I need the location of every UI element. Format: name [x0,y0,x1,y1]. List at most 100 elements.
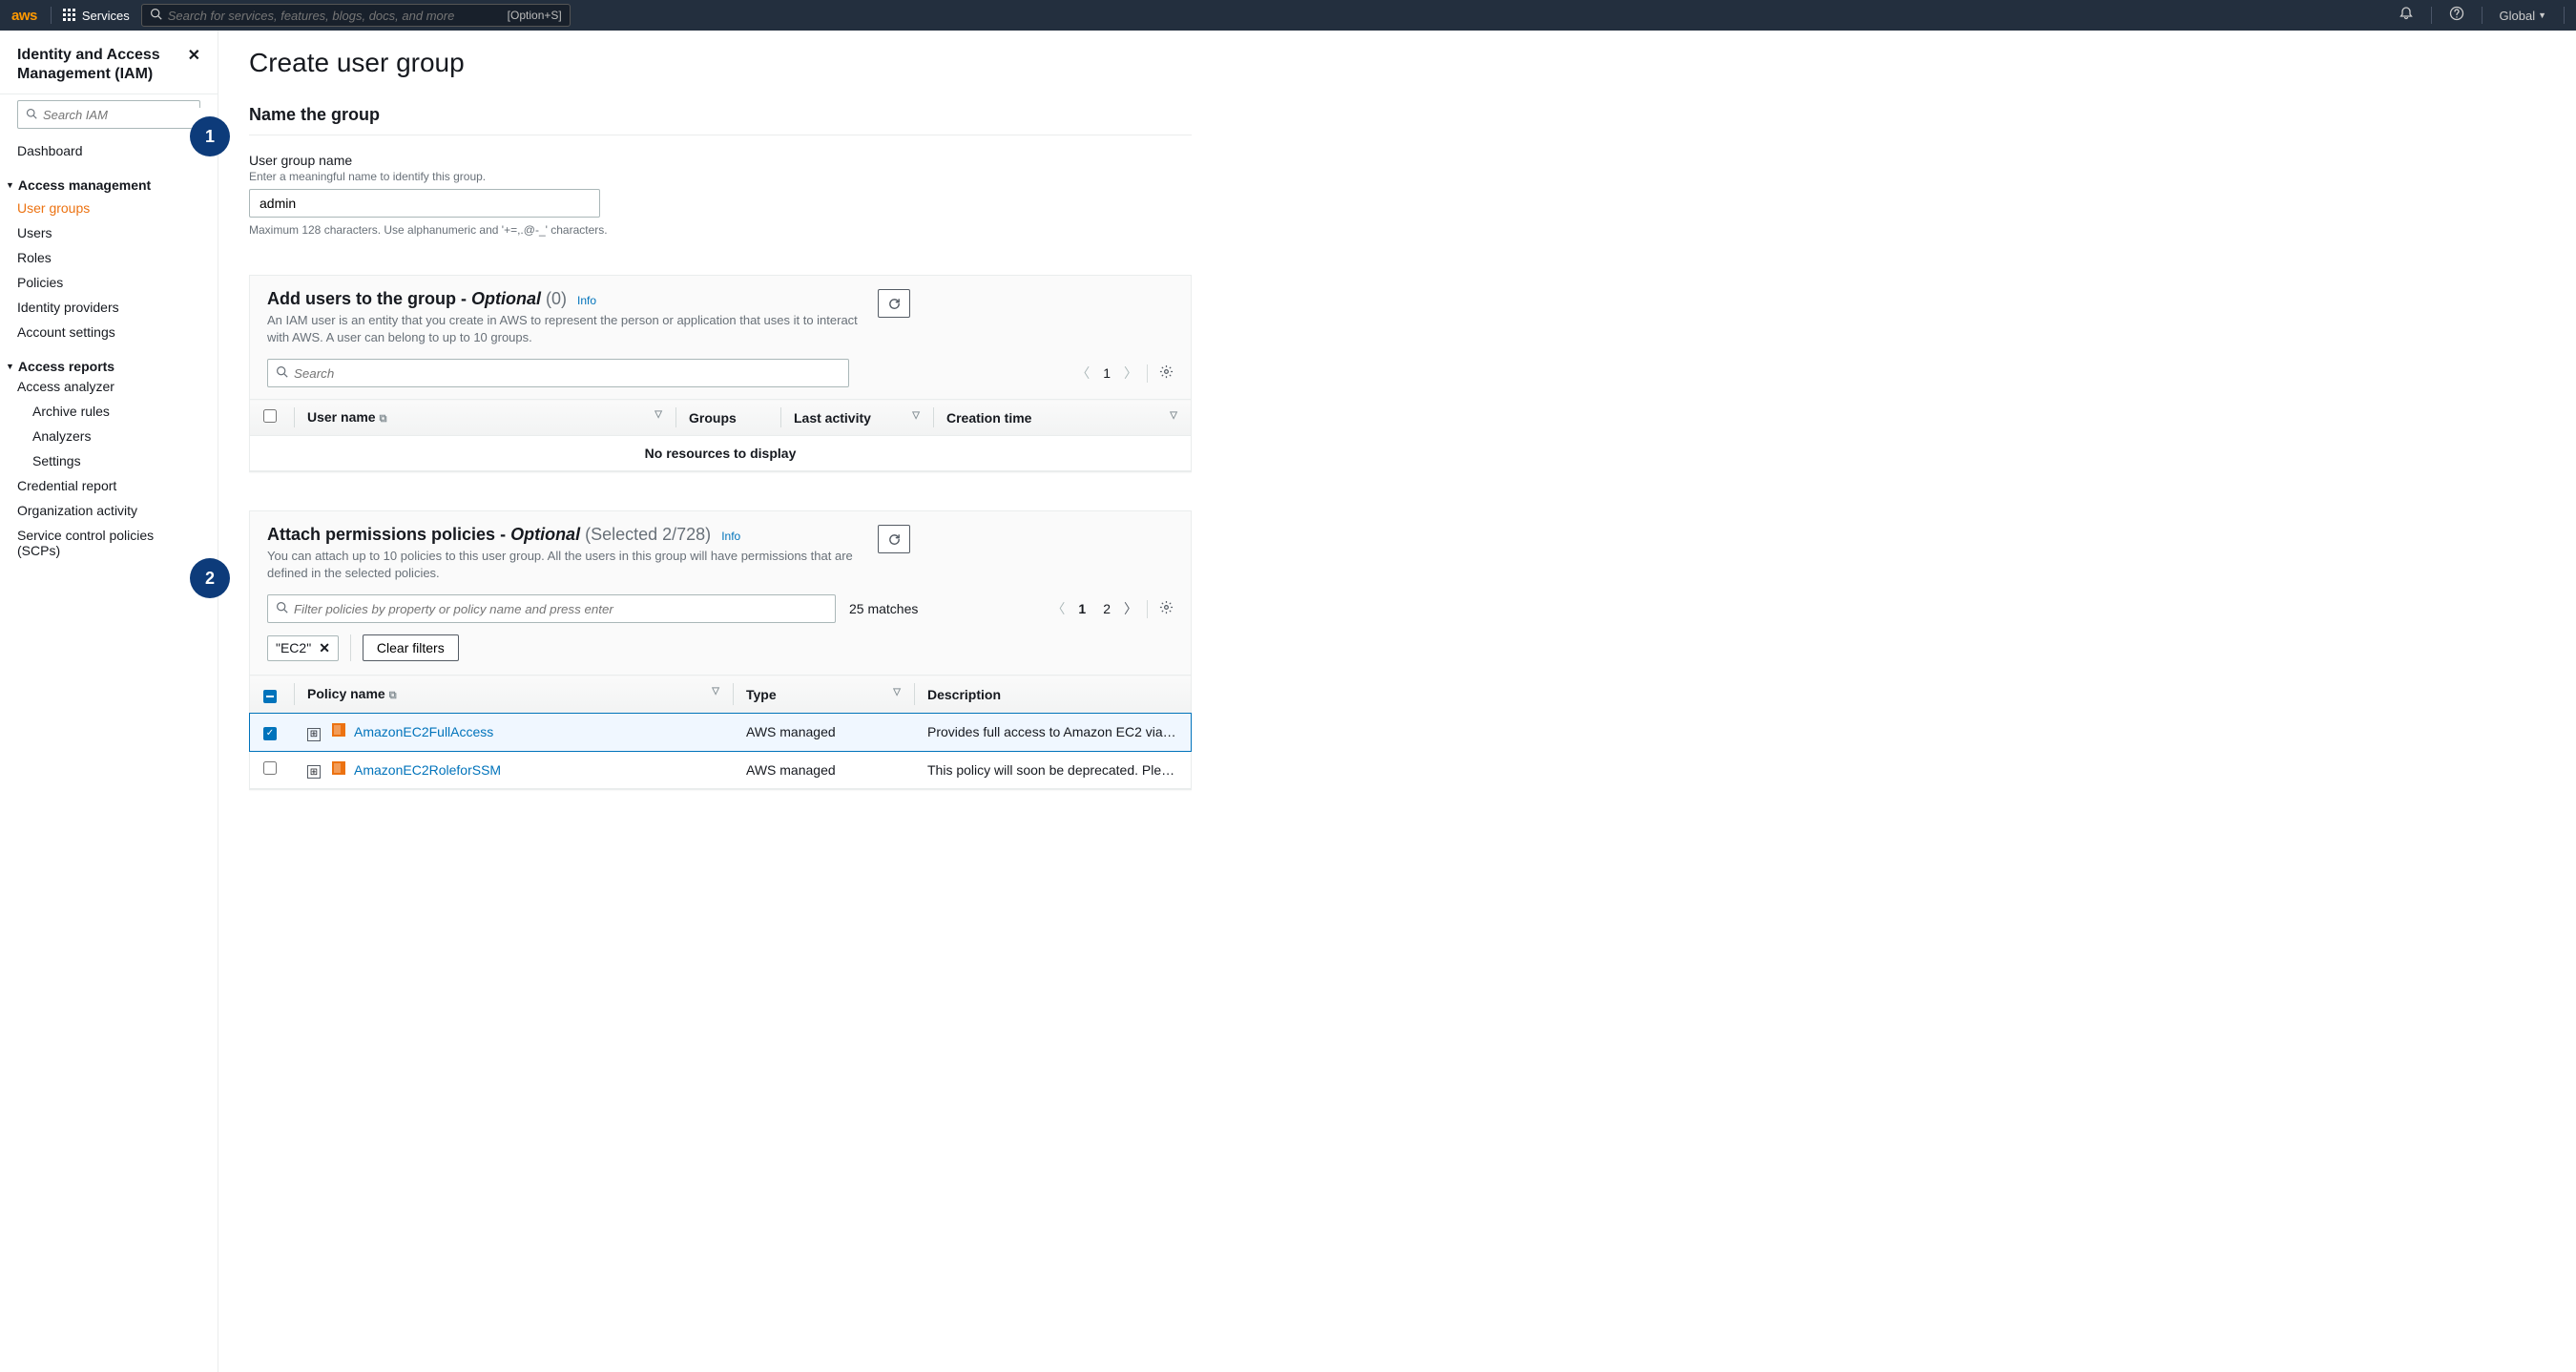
row-checkbox[interactable] [263,761,277,775]
services-menu[interactable]: Services [63,9,130,23]
prev-page-icon[interactable]: 〈 [1051,599,1065,618]
refresh-icon [887,532,902,547]
policy-name-link[interactable]: AmazonEC2RoleforSSM [354,762,501,778]
select-all-checkbox[interactable] [263,409,277,423]
policy-row[interactable]: ✓ ⊞ AmazonEC2FullAccess AWS managed Prov… [250,714,1191,752]
sidebar-item-scps[interactable]: Service control policies (SCPs) [0,523,218,563]
policy-row[interactable]: ⊞ AmazonEC2RoleforSSM AWS managed This p… [250,751,1191,789]
sort-icon[interactable]: ▽ [712,686,719,696]
external-link-icon: ⧉ [380,413,387,426]
group-name-hint: Enter a meaningful name to identify this… [249,170,1192,183]
sidebar-item-roles[interactable]: Roles [0,245,218,270]
col-policy-name: Policy name [307,686,385,701]
page-title: Create user group [249,48,1192,78]
page-number[interactable]: 1 [1099,364,1114,383]
expand-icon[interactable]: ⊞ [307,765,321,779]
next-page-icon[interactable]: 〉 [1124,364,1137,383]
sidebar-item-credential-report[interactable]: Credential report [0,473,218,498]
policies-search[interactable] [267,594,836,623]
chip-label: "EC2" [276,640,311,655]
sidebar-item-access-analyzer[interactable]: Access analyzer [0,377,218,399]
users-pager: 〈 1 〉 [1076,364,1174,383]
col-username: User name [307,409,376,425]
policy-type: AWS managed [733,751,914,789]
grid-icon [63,9,76,22]
sidebar-item-organization-activity[interactable]: Organization activity [0,498,218,523]
remove-chip-icon[interactable]: ✕ [319,640,330,656]
aws-logo-text: aws [11,8,37,24]
divider [51,7,52,24]
add-users-desc: An IAM user is an entity that you create… [267,312,878,345]
global-search[interactable]: [Option+S] [141,4,571,27]
global-search-input[interactable] [168,9,508,23]
sidebar-item-user-groups[interactable]: User groups [0,196,218,220]
sidebar-item-analyzer-settings[interactable]: Settings [0,448,218,473]
sidebar-item-dashboard[interactable]: Dashboard [0,138,218,163]
policy-icon [332,723,345,737]
add-users-panel: Add users to the group - Optional (0) In… [249,275,1192,472]
group-name-label: User group name [249,153,1192,168]
sort-icon[interactable]: ▽ [654,409,662,420]
sidebar-item-policies[interactable]: Policies [0,270,218,295]
next-page-icon[interactable]: 〉 [1124,599,1137,618]
group-name-constraint: Maximum 128 characters. Use alphanumeric… [249,223,1192,237]
region-selector[interactable]: Global ▼ [2500,9,2547,23]
select-all-checkbox[interactable] [263,690,277,703]
policies-panel: Attach permissions policies - Optional (… [249,510,1192,790]
step-badge-1: 1 [190,116,230,156]
sidebar-section-access-reports[interactable]: ▼ Access reports [0,354,218,377]
gear-icon[interactable] [1147,600,1174,618]
filter-chip[interactable]: "EC2" ✕ [267,635,339,661]
sort-icon[interactable]: ▽ [893,687,901,697]
name-section-title: Name the group [249,105,1192,125]
sidebar-section-access-management[interactable]: ▼ Access management [0,173,218,196]
refresh-button[interactable] [878,289,910,318]
col-type: Type [746,687,777,702]
sidebar-item-archive-rules[interactable]: Archive rules [0,399,218,424]
col-creation-time: Creation time [946,410,1031,426]
users-search[interactable] [267,359,849,387]
sort-icon[interactable]: ▽ [1170,410,1177,421]
group-name-input[interactable] [249,189,600,218]
sort-icon[interactable]: ▽ [912,410,920,421]
page-number[interactable]: 2 [1099,599,1114,618]
refresh-button[interactable] [878,525,910,553]
col-description: Description [927,687,1001,702]
policy-description: Provides full access to Amazon EC2 via t… [914,714,1191,752]
sidebar-search [17,100,200,129]
notifications-icon[interactable] [2399,6,2414,25]
aws-logo[interactable]: aws [11,8,37,24]
gear-icon[interactable] [1147,364,1174,383]
info-link[interactable]: Info [577,294,596,307]
row-checkbox[interactable]: ✓ [263,727,277,740]
search-icon [276,601,288,616]
matches-count: 25 matches [849,601,918,616]
expand-icon[interactable]: ⊞ [307,728,321,741]
policy-icon [332,761,345,775]
close-icon[interactable]: ✕ [188,46,200,65]
sidebar-item-analyzers[interactable]: Analyzers [0,424,218,448]
page-number[interactable]: 1 [1074,599,1090,618]
sidebar-search-input[interactable] [43,108,213,122]
help-icon[interactable] [2449,6,2464,25]
info-link[interactable]: Info [721,530,740,543]
top-nav: aws Services [Option+S] Global ▼ [0,0,2576,31]
policy-type: AWS managed [733,714,914,752]
prev-page-icon[interactable]: 〈 [1076,364,1090,383]
policies-search-input[interactable] [294,602,827,616]
service-title: Identity and Access Management (IAM) [17,46,182,84]
search-icon [26,108,37,122]
divider [2564,7,2565,24]
region-label: Global [2500,9,2536,23]
sidebar-item-account-settings[interactable]: Account settings [0,320,218,344]
step-badge-2: 2 [190,558,230,598]
empty-state: No resources to display [250,436,1191,471]
policies-title: Attach permissions policies - Optional (… [267,525,740,544]
users-search-input[interactable] [294,366,841,381]
policy-name-link[interactable]: AmazonEC2FullAccess [354,724,493,739]
sidebar: Identity and Access Management (IAM) ✕ D… [0,31,218,1372]
clear-filters-button[interactable]: Clear filters [363,634,459,661]
col-last-activity: Last activity [794,410,871,426]
sidebar-item-users[interactable]: Users [0,220,218,245]
sidebar-item-identity-providers[interactable]: Identity providers [0,295,218,320]
